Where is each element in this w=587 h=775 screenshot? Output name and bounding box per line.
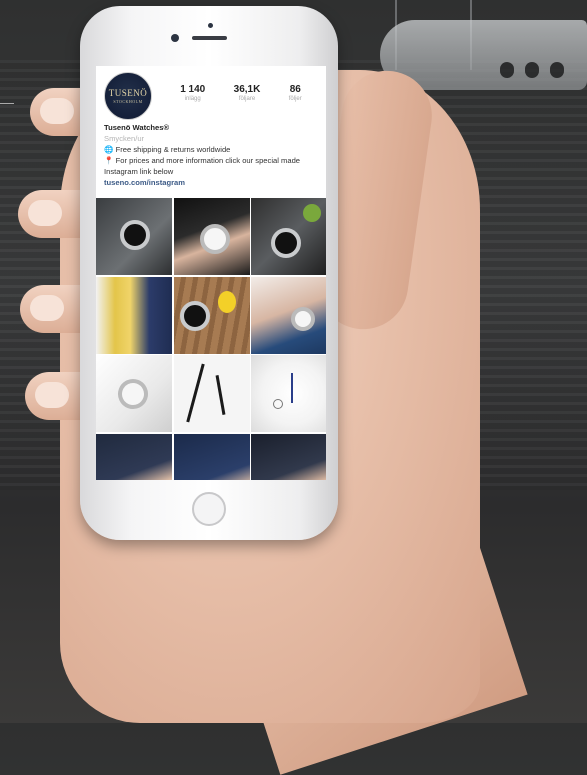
profile-link[interactable]: tuseno.com/instagram — [104, 177, 318, 188]
avatar-logo-text: TUSENÖ — [108, 88, 148, 98]
stat-value: 36,1K — [233, 84, 261, 95]
boat-window — [500, 62, 514, 78]
grid-photo-white-watch-on-tissue[interactable] — [96, 355, 172, 432]
avatar[interactable]: TUSENÖ STOCKHOLM — [104, 72, 152, 120]
bio-text: Free shipping & returns worldwide — [115, 145, 231, 154]
globe-icon: 🌐 — [104, 145, 114, 154]
stat-label: inlägg — [184, 96, 201, 102]
front-camera-icon — [171, 34, 179, 42]
grid-photo-hands-holding-watch[interactable] — [173, 198, 250, 275]
bio-line-info: 📍 For prices and more information click … — [104, 155, 318, 177]
stat-label: följare — [238, 96, 256, 102]
grid-photo-formal-cuff-watch[interactable] — [251, 433, 326, 480]
stat-value: 1 140 — [180, 84, 206, 95]
pin-icon: 📍 — [104, 156, 114, 165]
profile-category: Smycken/ur — [104, 134, 145, 143]
stat-followers[interactable]: 36,1K följare — [234, 84, 261, 102]
grid-photo-yellow-scarf-wrist[interactable] — [96, 276, 172, 354]
profile-bio: Tusenö Watches® Smycken/ur 🌐 Free shippi… — [96, 122, 326, 188]
grid-photo-white-dial-chronograph[interactable] — [251, 355, 326, 432]
grid-photo-navy-sleeve-watch[interactable] — [173, 433, 250, 480]
photo-grid — [96, 198, 326, 480]
profile-stats: 1 140 inlägg 36,1K följare 86 följer — [166, 84, 316, 102]
profile-name: Tusenö Watches® — [104, 123, 170, 132]
stat-posts[interactable]: 1 140 inlägg — [180, 84, 205, 102]
proximity-sensor — [208, 23, 213, 28]
grid-photo-watch-on-wooden-table[interactable] — [173, 276, 250, 354]
grid-photo-watch-dark-dial[interactable] — [96, 198, 172, 275]
boat-window — [550, 62, 564, 78]
decorative-line — [0, 103, 14, 104]
boat-window — [525, 62, 539, 78]
grid-photo-watch-hands-silhouettes[interactable] — [173, 355, 250, 432]
bio-text: For prices and more information click ou… — [104, 156, 301, 176]
stat-value: 86 — [289, 84, 301, 95]
grid-photo-watch-on-leather[interactable] — [251, 198, 326, 275]
smartphone: TUSENÖ STOCKHOLM 1 140 inlägg 36,1K följ… — [80, 6, 338, 540]
instagram-profile-screen: TUSENÖ STOCKHOLM 1 140 inlägg 36,1K följ… — [96, 66, 326, 480]
grid-photo-suit-wrist-watch[interactable] — [96, 433, 172, 480]
stat-label: följer — [288, 96, 302, 102]
home-button[interactable] — [192, 492, 226, 526]
avatar-logo-subtext: STOCKHOLM — [113, 99, 143, 104]
profile-header: TUSENÖ STOCKHOLM 1 140 inlägg 36,1K följ… — [96, 66, 326, 122]
bio-line-shipping: 🌐 Free shipping & returns worldwide — [104, 144, 318, 155]
grid-photo-watch-on-shirt-wrist[interactable] — [251, 276, 326, 354]
earpiece-speaker — [192, 36, 227, 40]
stat-following[interactable]: 86 följer — [289, 84, 302, 102]
